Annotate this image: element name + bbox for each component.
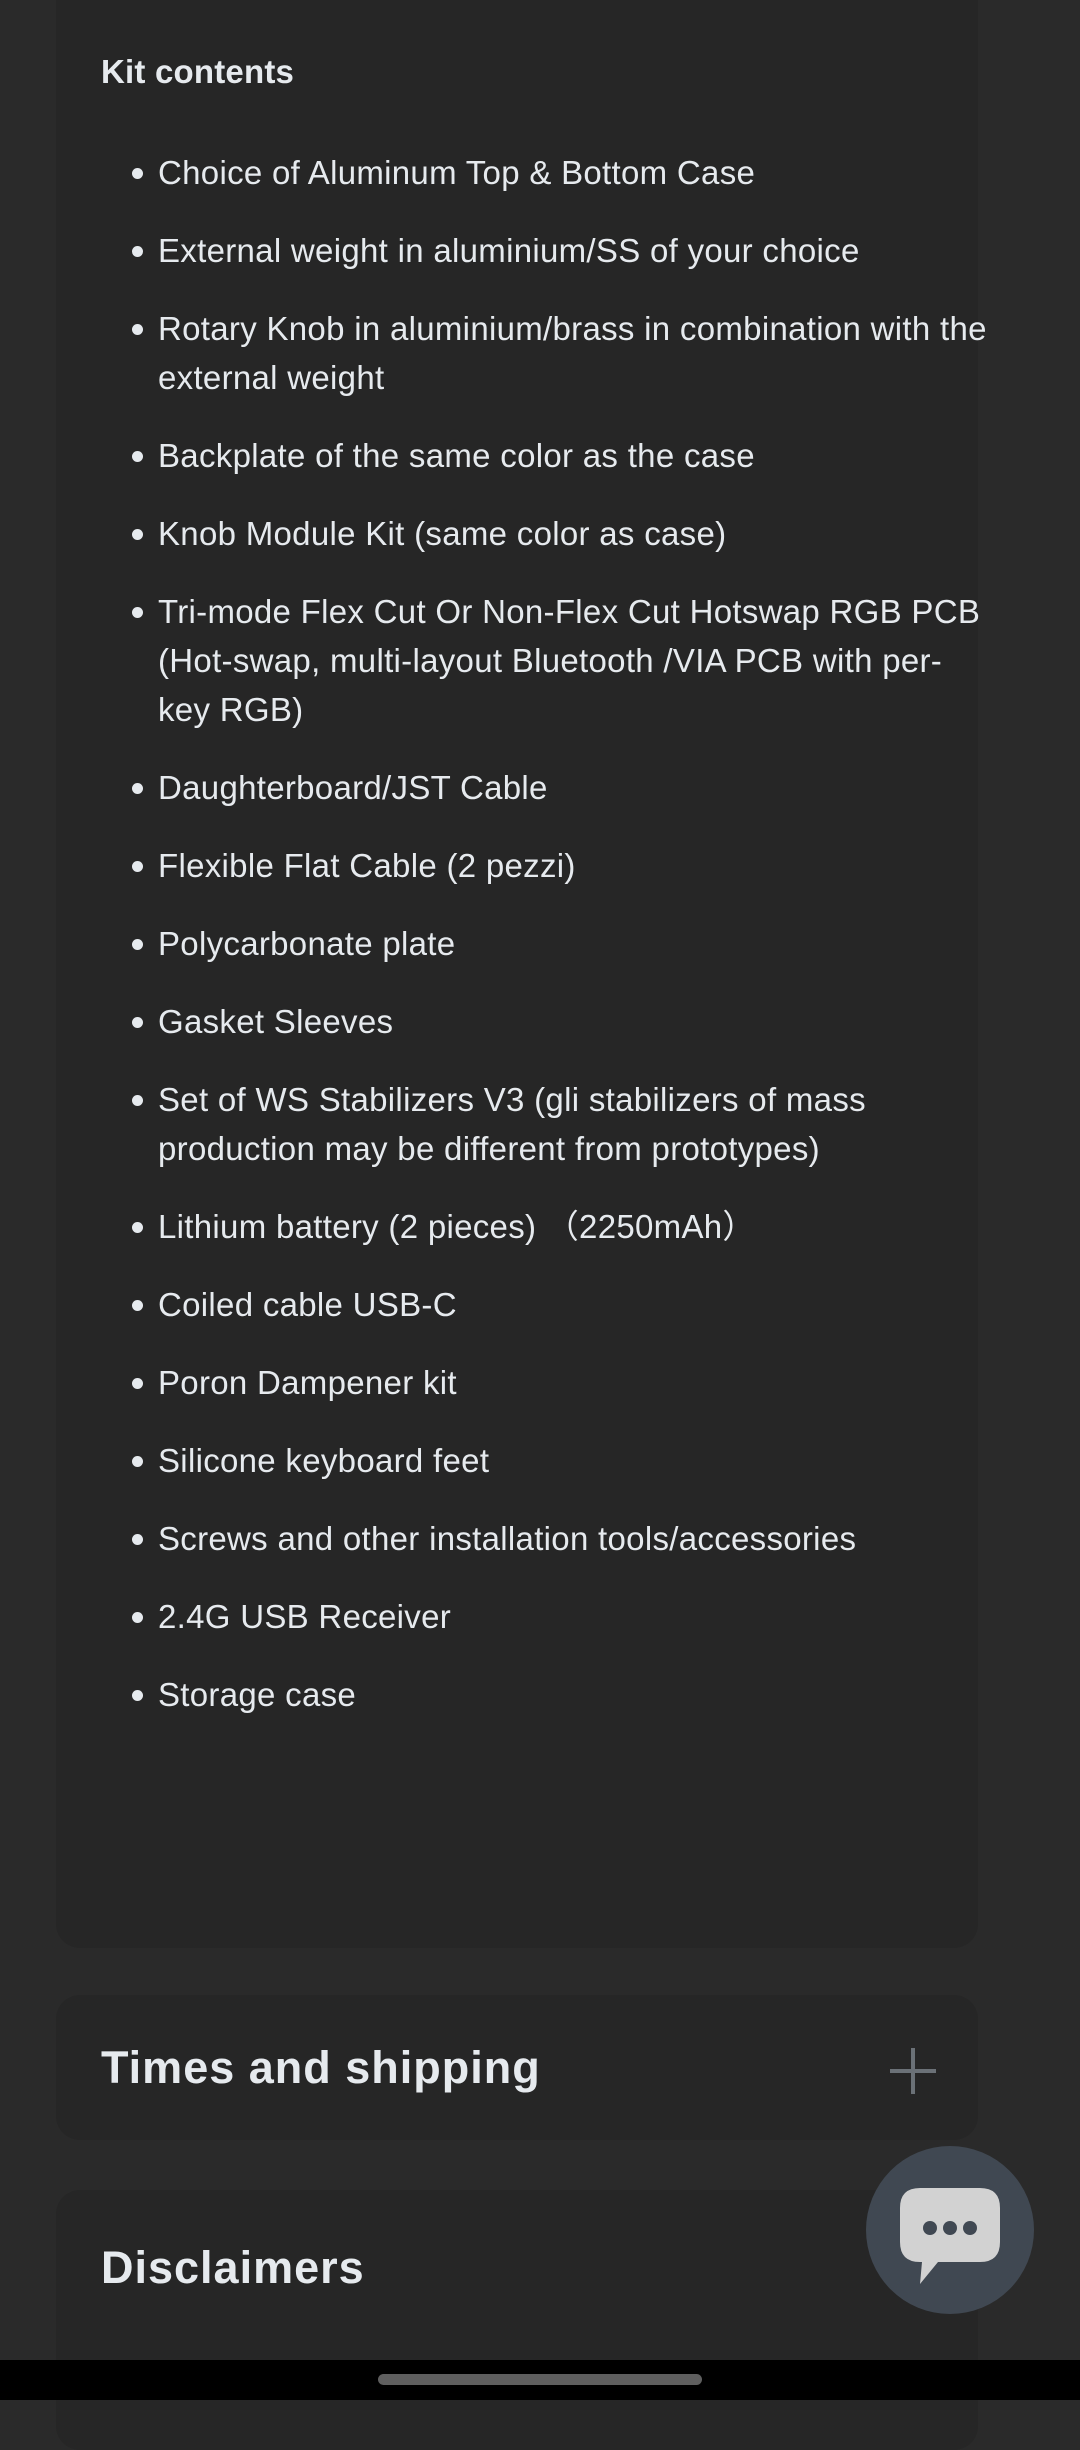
system-navigation-bar — [0, 2360, 1080, 2400]
list-item: Backplate of the same color as the case — [132, 431, 988, 480]
bullet-icon — [132, 1378, 143, 1389]
list-item: Coiled cable USB-C — [132, 1280, 988, 1329]
plus-icon[interactable] — [890, 2048, 936, 2094]
bullet-icon — [132, 529, 143, 540]
list-item: Gasket Sleeves — [132, 997, 988, 1046]
bullet-icon — [132, 324, 143, 335]
kit-contents-heading: Kit contents — [101, 53, 295, 90]
chat-button[interactable] — [866, 2146, 1034, 2314]
accordion-disclaimers[interactable]: Disclaimers — [56, 2190, 978, 2450]
list-item: Flexible Flat Cable (2 pezzi) — [132, 841, 988, 890]
bullet-icon — [132, 451, 143, 462]
bullet-icon — [132, 1017, 143, 1028]
bullet-icon — [132, 1534, 143, 1545]
list-item: Knob Module Kit (same color as case) — [132, 509, 988, 558]
bullet-icon — [132, 783, 143, 794]
kit-contents-card: Kit contents Choice of Aluminum Top & Bo… — [56, 0, 986, 1948]
bullet-icon — [132, 1095, 143, 1106]
bullet-icon — [132, 168, 143, 179]
list-item: Poron Dampener kit — [132, 1358, 988, 1407]
bullet-icon — [132, 1456, 143, 1467]
bullet-icon — [132, 861, 143, 872]
bullet-icon — [132, 1612, 143, 1623]
list-item: Set of WS Stabilizers V3 (gli stabilizer… — [132, 1075, 988, 1173]
bullet-icon — [132, 246, 143, 257]
list-item: Daughterboard/JST Cable — [132, 763, 988, 812]
bullet-icon — [132, 1300, 143, 1311]
bullet-icon — [132, 1222, 143, 1233]
list-item: Lithium battery (2 pieces) （2250mAh） — [132, 1202, 988, 1251]
chat-bubble-icon — [900, 2188, 1000, 2284]
accordion-title[interactable]: Times and shipping — [101, 2042, 541, 2094]
accordion-times-and-shipping[interactable]: Times and shipping — [56, 1995, 978, 2140]
list-item: Polycarbonate plate — [132, 919, 988, 968]
list-item: External weight in aluminium/SS of your … — [132, 226, 988, 275]
list-item: Tri-mode Flex Cut Or Non-Flex Cut Hotswa… — [132, 587, 988, 734]
list-item: Screws and other installation tools/acce… — [132, 1514, 988, 1563]
list-item: Choice of Aluminum Top & Bottom Case — [132, 148, 988, 197]
list-item: Rotary Knob in aluminium/brass in combin… — [132, 304, 988, 402]
bullet-icon — [132, 1690, 143, 1701]
list-item: Storage case — [132, 1670, 988, 1719]
bullet-icon — [132, 939, 143, 950]
list-item: Silicone keyboard feet — [132, 1436, 988, 1485]
kit-contents-list: Choice of Aluminum Top & Bottom Case Ext… — [56, 148, 988, 1748]
home-gesture-handle[interactable] — [378, 2374, 702, 2385]
bullet-icon — [132, 607, 143, 618]
accordion-title[interactable]: Disclaimers — [101, 2242, 365, 2294]
list-item: 2.4G USB Receiver — [132, 1592, 988, 1641]
